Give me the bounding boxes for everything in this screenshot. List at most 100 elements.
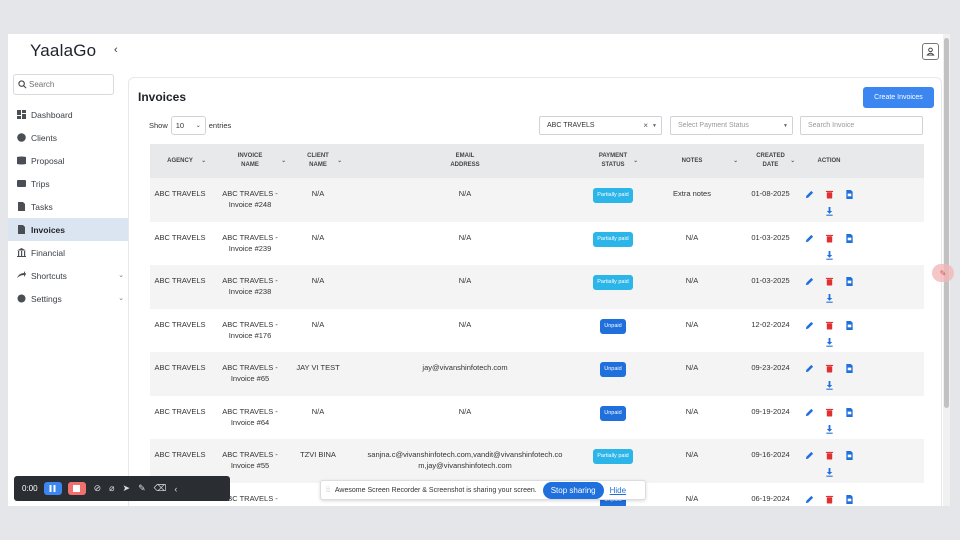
agency-filter-select[interactable]: ABC TRAVELS × ▼ [539,116,662,135]
screen-share-bar: ⁞⁞ Awesome Screen Recorder & Screenshot … [320,480,646,500]
collapse-sidebar-button[interactable]: ‹ [114,44,118,56]
entries-select[interactable]: 10 ⌄ [170,116,206,135]
sidebar-item-label: Dashboard [31,109,73,120]
pen-icon[interactable]: ✎ [138,483,146,494]
notes-cell: N/A [685,363,699,372]
delete-button[interactable] [819,361,839,376]
app-window: YaalaGo ‹ Dashboard Clients Proposal Trips T… [8,34,950,506]
edit-button[interactable] [799,274,819,289]
chevron-down-icon: ⌄ [195,123,201,129]
edit-button[interactable] [799,492,819,507]
payment-status-cell: Partially paid [584,222,642,266]
created-date-cell: 01-03-2025 [751,276,790,285]
delete-button[interactable] [819,318,839,333]
column-header-payment-status[interactable]: PAYMENT STATUS ⌄ [584,144,642,178]
recorder-side-handle-icon[interactable]: ✎ [932,264,954,282]
view-pdf-button[interactable] [839,274,859,289]
sidebar-search[interactable] [13,74,114,95]
column-header-created-date[interactable]: CREATED DATE ⌄ [742,144,799,178]
sidebar-item-financial[interactable]: Financial [8,241,128,264]
view-pdf-button[interactable] [839,492,859,507]
column-header-client-name[interactable]: CLIENT NAME ⌄ [290,144,346,178]
document-icon [845,494,853,504]
edit-button[interactable] [799,231,819,246]
cursor-icon[interactable]: ➤ [123,483,131,494]
sidebar-item-tasks[interactable]: Tasks [8,195,128,218]
notes-cell: Extra notes [673,189,711,198]
download-button[interactable] [819,378,839,393]
sidebar-item-settings[interactable]: Settings ⌄ [8,287,128,310]
column-header-notes[interactable]: NOTES ⌄ [642,144,742,178]
view-pdf-button[interactable] [839,448,859,463]
view-pdf-button[interactable] [839,318,859,333]
financial-icon [17,248,26,257]
create-invoices-button[interactable]: Create Invoices [863,87,934,108]
payment-status-placeholder: Select Payment Status [678,122,749,129]
download-button[interactable] [819,465,839,480]
edit-button[interactable] [799,405,819,420]
sidebar-item-dashboard[interactable]: Dashboard [8,103,128,126]
view-pdf-button[interactable] [839,231,859,246]
delete-button[interactable] [819,492,839,507]
sidebar-item-invoices[interactable]: Invoices [8,218,128,241]
client-name-cell: N/A [311,189,325,198]
download-button[interactable] [819,204,839,219]
payment-status-cell: Partially paid [584,439,642,483]
status-badge: Partially paid [593,275,633,290]
sidebar-item-proposal[interactable]: Proposal [8,149,128,172]
scroll-thumb[interactable] [944,38,949,408]
stop-recording-button[interactable] [67,482,86,495]
sidebar-item-trips[interactable]: Trips [8,172,128,195]
entries-control: Show 10 ⌄ entries [149,116,231,135]
eraser-icon[interactable]: ⌫ [154,483,167,494]
clear-icon[interactable]: × [643,121,648,130]
mic-off-icon[interactable]: ⌀ [109,483,114,494]
sidebar-item-shortcuts[interactable]: Shortcuts ⌄ [8,264,128,287]
collapse-toolbar-icon[interactable]: ‹ [174,484,177,494]
delete-button[interactable] [819,405,839,420]
view-pdf-button[interactable] [839,187,859,202]
download-button[interactable] [819,335,839,350]
client-name-cell: N/A [311,232,325,242]
table-row: ABC TRAVELS ABC TRAVELS - Invoice #238 N/A… [150,265,924,309]
delete-button[interactable] [819,231,839,246]
delete-button[interactable] [819,448,839,463]
download-icon [825,294,833,303]
payment-status-select[interactable]: Select Payment Status ▼ [670,116,793,135]
column-header-invoice-name[interactable]: INVOICE NAME ⌄ [210,144,290,178]
download-button[interactable] [819,422,839,437]
edit-button[interactable] [799,448,819,463]
edit-button[interactable] [799,187,819,202]
search-icon [18,80,27,89]
status-badge: Unpaid [600,405,626,421]
edit-button[interactable] [799,361,819,376]
trash-icon [825,495,833,504]
sidebar-nav: Dashboard Clients Proposal Trips Tasks Invoic… [8,103,128,310]
camera-off-icon[interactable]: ⊘ [94,483,102,494]
pause-button[interactable] [43,482,62,495]
email-cell: sanjna.c@vivanshinfotech.com,vandit@viva… [367,450,563,470]
table-row: ABC TRAVELS ABC TRAVELS - Invoice #248 N/A… [150,178,924,222]
view-pdf-button[interactable] [839,361,859,376]
sidebar-search-input[interactable] [29,80,109,89]
sidebar-item-clients[interactable]: Clients [8,126,128,149]
column-header-agency[interactable]: AGENCY ⌄ [150,144,210,178]
drag-handle-icon[interactable]: ⁞⁞ [326,487,330,494]
download-button[interactable] [819,291,839,306]
sidebar-item-label: Shortcuts [31,270,67,281]
delete-button[interactable] [819,274,839,289]
edit-icon [805,451,813,460]
stop-sharing-button[interactable]: Stop sharing [542,481,604,499]
search-invoice-input[interactable]: Search Invoice [800,116,923,135]
delete-button[interactable] [819,187,839,202]
hide-link[interactable]: Hide [610,486,626,495]
created-date-cell: 06-19-2024 [751,493,790,503]
user-profile-button[interactable] [922,43,939,60]
agency-cell: ABC TRAVELS [154,189,206,198]
stop-icon [73,485,81,492]
created-date-cell: 01-08-2025 [751,189,790,198]
edit-button[interactable] [799,318,819,333]
view-pdf-button[interactable] [839,405,859,420]
agency-cell: ABC TRAVELS [154,406,206,416]
download-button[interactable] [819,248,839,263]
